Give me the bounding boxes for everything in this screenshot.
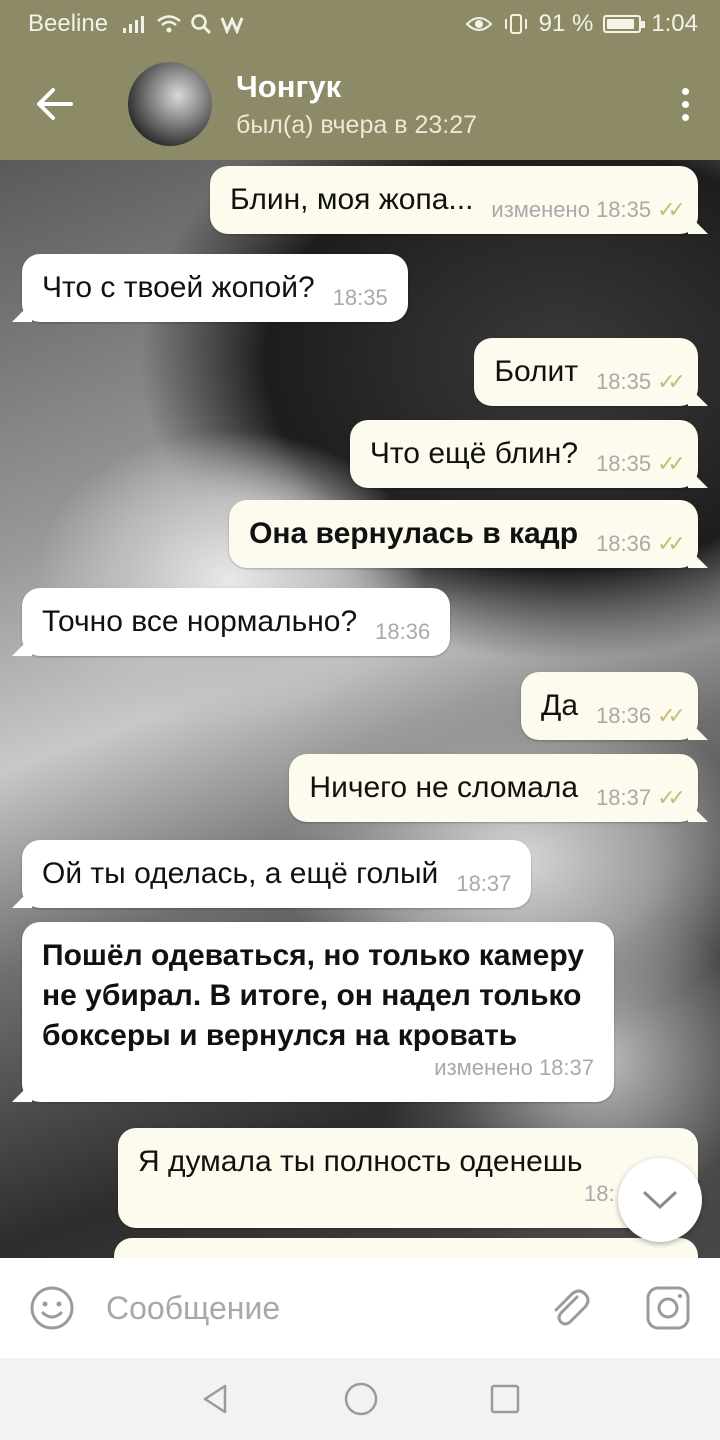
clock: 1:04: [651, 10, 698, 37]
message-text: Она вернулась в кадр: [249, 517, 579, 550]
message-meta: 18:37: [456, 871, 512, 896]
carrier-name: Beeline: [28, 10, 109, 37]
chevron-down-icon: [643, 1191, 677, 1210]
wifi-icon: [157, 15, 181, 33]
contact-info[interactable]: Чонгук был(а) вчера в 23:27: [236, 69, 477, 140]
message-meta: 18:: [584, 1181, 615, 1206]
message-bubble[interactable]: Ничего не сломала 18:37 ✓✓: [289, 754, 698, 822]
message-meta: 18:37 ✓✓: [596, 785, 686, 810]
message-bubble[interactable]: Она вернулась в кадр 18:36 ✓✓: [229, 500, 698, 568]
search-icon: [191, 14, 212, 35]
message-text: Да: [541, 689, 579, 722]
arrow-left-icon: [37, 88, 73, 120]
message-bubble-partial[interactable]: [114, 1238, 698, 1258]
emoji-button[interactable]: [26, 1282, 78, 1334]
battery-percent: 91 %: [538, 10, 594, 37]
message-bubble[interactable]: Болит 18:35 ✓✓: [474, 338, 698, 406]
message-bubble[interactable]: Что ещё блин? 18:35 ✓✓: [349, 420, 698, 488]
message-text: Что с твоей жопой?: [42, 271, 315, 304]
message-meta: 18:35 ✓✓: [596, 369, 686, 394]
read-checks-icon: ✓✓: [657, 197, 686, 222]
read-checks-icon: ✓✓: [657, 531, 686, 556]
read-checks-icon: ✓✓: [657, 451, 686, 476]
signal-icon: [123, 16, 145, 33]
eye-icon: [465, 17, 492, 31]
camera-icon: [646, 1286, 690, 1330]
message-meta: изменено 18:35 ✓✓: [491, 197, 686, 222]
message-bubble[interactable]: Блин, моя жопа... изменено 18:35 ✓✓: [209, 166, 698, 234]
vibrate-icon: [504, 14, 527, 34]
message-meta: изменено 18:37: [434, 1055, 594, 1080]
message-text: Блин, моя жопа...: [229, 183, 474, 216]
chat-header: Чонгук был(а) вчера в 23:27: [0, 48, 720, 160]
message-bubble[interactable]: Точно все нормально? 18:36: [22, 588, 451, 656]
message-meta: 18:35 ✓✓: [596, 451, 686, 476]
message-text: Ой ты оделась, а ещё голый: [42, 857, 439, 890]
contact-avatar[interactable]: [128, 62, 212, 146]
message-bubble[interactable]: Да 18:36 ✓✓: [521, 672, 698, 740]
message-text: Что ещё блин?: [369, 437, 579, 470]
camera-button[interactable]: [642, 1282, 694, 1334]
back-button[interactable]: [0, 48, 110, 160]
paperclip-icon: [554, 1289, 590, 1326]
battery-icon: [603, 15, 646, 33]
system-nav-bar: [0, 1358, 720, 1440]
read-checks-icon: ✓✓: [657, 369, 686, 394]
status-left-icons: [122, 13, 244, 35]
nav-recents-icon[interactable]: [489, 1383, 521, 1415]
message-text: Пошёл одеваться, но только камеру не уби…: [42, 939, 584, 1052]
message-meta: 18:36: [375, 619, 431, 644]
message-text: Точно все нормально?: [42, 605, 358, 638]
battery-fill: [607, 19, 635, 29]
status-bar: Beeline 91 % 1:04: [0, 0, 720, 48]
status-right: 91 % 1:04: [465, 10, 698, 38]
contact-status: был(а) вчера в 23:27: [236, 110, 478, 139]
message-meta: 18:36 ✓✓: [596, 531, 686, 556]
message-meta: 18:35: [332, 285, 388, 310]
message-bubble[interactable]: Пошёл одеваться, но только камеру не уби…: [22, 922, 614, 1102]
message-bubble[interactable]: Что с твоей жопой? 18:35: [22, 254, 408, 322]
message-bubble[interactable]: Ой ты оделась, а ещё голый 18:37: [22, 840, 532, 908]
contact-name: Чонгук: [236, 68, 342, 104]
nav-home-icon[interactable]: [343, 1381, 379, 1417]
attach-button[interactable]: [544, 1282, 596, 1334]
message-text: Болит: [494, 355, 579, 388]
read-checks-icon: ✓✓: [657, 703, 686, 728]
message-bubble[interactable]: Я думала ты полность оденешь 18:: [118, 1128, 698, 1228]
read-checks-icon: ✓✓: [657, 785, 686, 810]
scroll-down-button[interactable]: [618, 1158, 702, 1242]
message-input-bar: Сообщение: [0, 1258, 720, 1358]
message-meta: 18:36 ✓✓: [596, 703, 686, 728]
message-input[interactable]: Сообщение: [106, 1290, 544, 1327]
message-list[interactable]: Блин, моя жопа... изменено 18:35 ✓✓ Что с …: [0, 160, 720, 1258]
more-vertical-icon[interactable]: [650, 48, 720, 160]
message-text: Ничего не сломала: [309, 771, 579, 804]
nav-back-icon[interactable]: [199, 1382, 233, 1416]
app-notification-icon: [220, 16, 244, 34]
smile-icon: [30, 1286, 74, 1330]
